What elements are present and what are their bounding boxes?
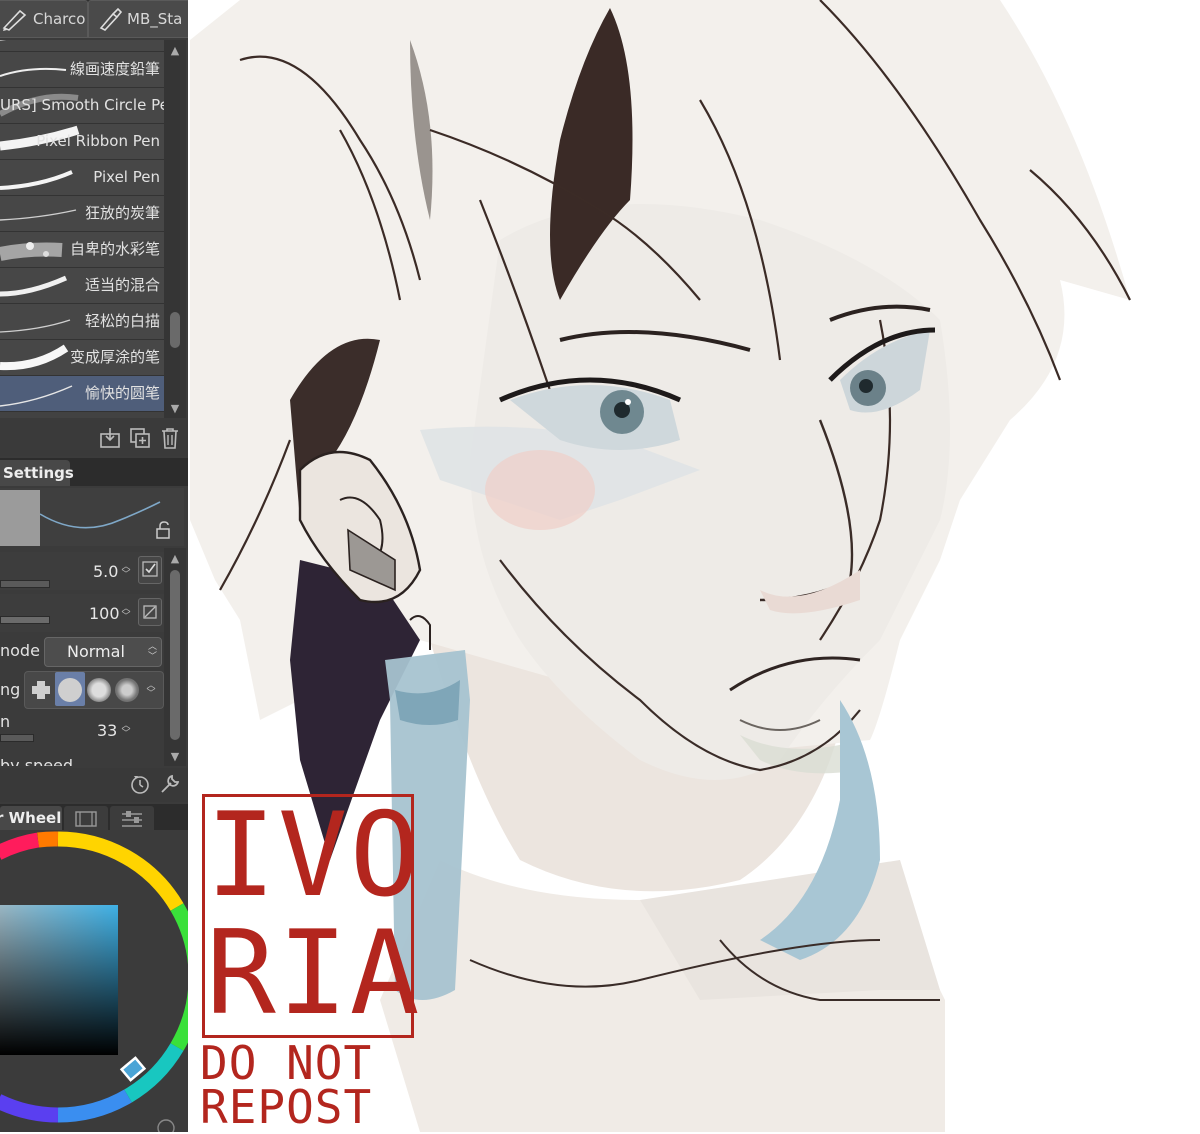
clip-studio-window: Charco MB_Sta 線画ヒラメク鉛筆 線画速度鉛筆 URS] Smoot… <box>0 0 1200 1132</box>
brush-name: URS] Smooth Circle Pe <box>0 96 164 114</box>
brush-list: 線画ヒラメク鉛筆 線画速度鉛筆 URS] Smooth Circle Pe Pi… <box>0 40 164 418</box>
settings-scrollbar[interactable]: ▲ ▼ <box>164 548 186 766</box>
brush-tip-selector: ︿ ﹀ <box>24 671 164 709</box>
brush-item[interactable]: 線画速度鉛筆 <box>0 52 164 88</box>
wrench-icon[interactable] <box>158 772 182 796</box>
watermark-line-1: IVO <box>206 788 422 923</box>
sub-tool-tabs: Charco MB_Sta <box>0 0 188 38</box>
brush-name: 狂放的炭筆 <box>84 204 160 222</box>
stroke-swatch <box>0 490 40 546</box>
left-panel: Charco MB_Sta 線画ヒラメク鉛筆 線画速度鉛筆 URS] Smoot… <box>0 0 189 1132</box>
tool-tab-label: Charco <box>33 10 86 28</box>
watermark-line-2: RIA <box>206 906 422 1041</box>
brush-item[interactable]: Pixel Ribbon Pen <box>0 124 164 160</box>
lock-icon[interactable] <box>154 520 174 540</box>
brush-name: 自卑的水彩笔 <box>69 240 160 258</box>
marker-icon <box>99 7 123 31</box>
param-slider[interactable] <box>0 734 34 742</box>
blend-mode-value: Normal <box>67 642 125 661</box>
settings-tab[interactable]: Settings <box>0 460 74 486</box>
brush-name: 線画ヒラメク鉛筆 <box>40 40 160 51</box>
color-wheel-tab[interactable]: r Wheel <box>0 806 62 830</box>
pencil-icon <box>2 9 27 31</box>
film-icon <box>75 811 97 827</box>
cut-row: by speed <box>0 756 164 766</box>
brush-item[interactable]: Pixel Pen <box>0 160 164 196</box>
trash-icon[interactable] <box>158 426 182 450</box>
color-set-tab[interactable] <box>64 806 108 830</box>
size-stepper[interactable]: ︿ ﹀ <box>120 563 132 580</box>
brush-list-scrollbar[interactable]: ▲ ▼ <box>164 40 186 418</box>
import-icon[interactable] <box>98 426 122 450</box>
tip-square-icon[interactable] <box>29 678 53 702</box>
color-tab-bar: r Wheel <box>0 804 188 830</box>
opacity-value: 100 <box>89 604 120 623</box>
tool-tab-charcoal[interactable]: Charco <box>0 0 88 38</box>
scroll-thumb[interactable] <box>170 312 180 348</box>
stroke-preview-icon <box>0 67 67 77</box>
param-label: n <box>0 712 11 731</box>
opacity-slider[interactable] <box>0 616 50 624</box>
tool-tab-label: MB_Sta <box>127 10 183 28</box>
color-wheel[interactable] <box>0 830 188 1132</box>
cut-label: by speed <box>0 756 74 766</box>
stroke-preview-icon <box>0 344 69 371</box>
tool-tab-mb-standard[interactable]: MB_Sta <box>88 0 188 38</box>
slash-square-icon <box>143 605 157 619</box>
brush-size-slider[interactable] <box>0 580 50 588</box>
stroke-preview-icon <box>0 319 71 333</box>
brush-item[interactable]: 变成厚涂的笔 <box>0 340 164 376</box>
color-wheel-tab-label: r Wheel <box>0 809 62 827</box>
brush-name: 轻松的白描 <box>84 312 160 330</box>
scroll-thumb[interactable] <box>170 570 180 740</box>
brush-tool-bar <box>0 420 188 456</box>
stroke-preview-icon <box>0 385 73 407</box>
stroke-preview-icon <box>0 242 63 261</box>
brush-name: 愉快的圆笔 <box>84 384 160 402</box>
stroke-preview-icon <box>0 275 68 297</box>
tip-round-icon[interactable] <box>58 678 82 702</box>
param-value: 33 <box>97 721 118 740</box>
brush-size-value: 5.0 <box>93 562 119 581</box>
hue-marker <box>119 1056 147 1082</box>
reset-icon[interactable] <box>128 772 152 796</box>
brush-item[interactable]: 适当的混合 <box>0 268 164 304</box>
tip-stepper[interactable]: ︿ ﹀ <box>145 682 157 699</box>
watermark-line-4: REPOST <box>200 1080 373 1134</box>
blend-mode-label: node <box>0 641 40 660</box>
scroll-down-icon[interactable]: ▼ <box>164 400 186 418</box>
brush-name: Pixel Pen <box>93 168 160 186</box>
brush-name: 線画速度鉛筆 <box>69 60 160 78</box>
opacity-stepper[interactable]: ︿ ﹀ <box>120 605 132 622</box>
param-stepper[interactable]: ︿ ﹀ <box>120 722 132 739</box>
scroll-down-icon[interactable]: ▼ <box>164 748 186 766</box>
duplicate-icon[interactable] <box>128 426 152 450</box>
wheel-option-icon <box>157 1119 175 1132</box>
brush-tip-label: ng <box>0 680 21 699</box>
brush-item[interactable]: URS] Smooth Circle Pe <box>0 88 164 124</box>
color-slider-tab[interactable] <box>110 806 154 830</box>
brush-name: 变成厚涂的笔 <box>69 348 160 366</box>
tip-soft-icon[interactable] <box>87 678 111 702</box>
settings-tool-bar <box>0 768 188 802</box>
opacity-option-button[interactable] <box>138 598 162 626</box>
checkbox-icon <box>142 561 158 577</box>
blend-mode-select[interactable]: Normal ︿ ﹀ <box>44 637 162 667</box>
tip-soft-icon-2[interactable] <box>115 678 139 702</box>
brush-item[interactable]: 線画ヒラメク鉛筆 <box>0 40 164 52</box>
brush-item-selected[interactable]: 愉快的圆笔 <box>0 376 164 412</box>
brush-name: Pixel Ribbon Pen <box>36 132 160 150</box>
stroke-preview-icon <box>0 209 77 221</box>
brush-item[interactable]: 自卑的水彩笔 <box>0 232 164 268</box>
brush-item[interactable]: 轻松的白描 <box>0 304 164 340</box>
scroll-up-icon[interactable]: ▲ <box>164 550 186 568</box>
scroll-up-icon[interactable]: ▲ <box>164 42 186 60</box>
chevron-updown-icon: ︿ ﹀ <box>147 642 157 662</box>
stroke-preview-icon <box>0 170 73 190</box>
brush-name: 适当的混合 <box>84 276 160 294</box>
brush-item[interactable]: 狂放的炭筆 <box>0 196 164 232</box>
sliders-icon <box>122 811 142 827</box>
color-wheel-panel <box>0 830 188 1132</box>
pressure-toggle-button[interactable] <box>138 556 162 584</box>
